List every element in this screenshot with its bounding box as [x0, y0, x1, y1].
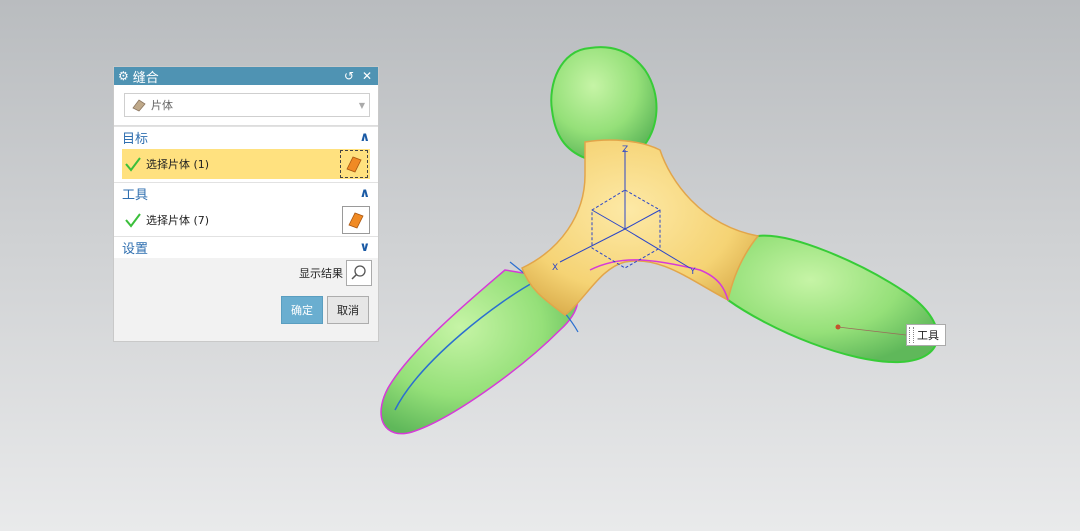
type-row: 片体 ▼: [114, 85, 378, 126]
target-center-sheet[interactable]: [521, 139, 760, 316]
chevron-down-icon: ∨: [359, 240, 370, 255]
section-settings-label: 设置: [122, 242, 149, 257]
axis-z-label: Z: [622, 145, 628, 155]
viewport-tooltip: 工具: [906, 324, 946, 346]
section-tool-header[interactable]: 工具 ∧: [114, 182, 378, 204]
show-result-label: 显示结果: [299, 267, 343, 280]
gear-icon[interactable]: ⚙: [118, 69, 129, 83]
chevron-down-icon: ▼: [358, 100, 366, 110]
section-target-header[interactable]: 目标 ∧: [114, 126, 378, 148]
axis-y-label: Y: [689, 267, 696, 277]
type-dropdown-value: 片体: [151, 99, 173, 112]
tool-select-label: 选择片体 (7): [146, 214, 210, 227]
target-select-row[interactable]: 选择片体 (1): [122, 149, 370, 179]
section-settings-header[interactable]: 设置 ∨: [114, 236, 378, 258]
dialog-title: 缝合: [132, 70, 159, 86]
magnifier-icon: [351, 265, 366, 280]
section-target-label: 目标: [122, 132, 149, 147]
tool-select-row[interactable]: 选择片体 (7): [114, 204, 378, 236]
dialog-buttons: 确定 取消: [114, 288, 378, 324]
sew-dialog: ⚙ 缝合 ↺ ✕ 片体 ▼ 目标 ∧ 选择片体 (1) 工具 ∧ 选择片体 (7…: [113, 66, 379, 342]
type-dropdown[interactable]: 片体 ▼: [124, 93, 370, 117]
select-face-icon-tool[interactable]: [342, 206, 370, 234]
show-result-row: 显示结果: [114, 258, 378, 288]
select-face-icon-target[interactable]: [340, 150, 368, 178]
section-tool-label: 工具: [122, 188, 149, 203]
target-select-label: 选择片体 (1): [146, 158, 210, 171]
axis-x-label: X: [552, 263, 558, 273]
chevron-up-icon: ∧: [359, 130, 370, 145]
cancel-button[interactable]: 取消: [327, 296, 369, 324]
reset-icon[interactable]: ↺: [342, 69, 356, 83]
check-icon: [125, 213, 141, 228]
chevron-up-icon: ∧: [359, 186, 370, 201]
ok-button[interactable]: 确定: [281, 296, 323, 324]
sheet-body-icon: [132, 99, 146, 112]
check-icon: [125, 157, 141, 172]
close-icon[interactable]: ✕: [360, 69, 374, 83]
show-result-button[interactable]: [346, 260, 372, 286]
dialog-titlebar[interactable]: ⚙ 缝合 ↺ ✕: [114, 67, 378, 86]
